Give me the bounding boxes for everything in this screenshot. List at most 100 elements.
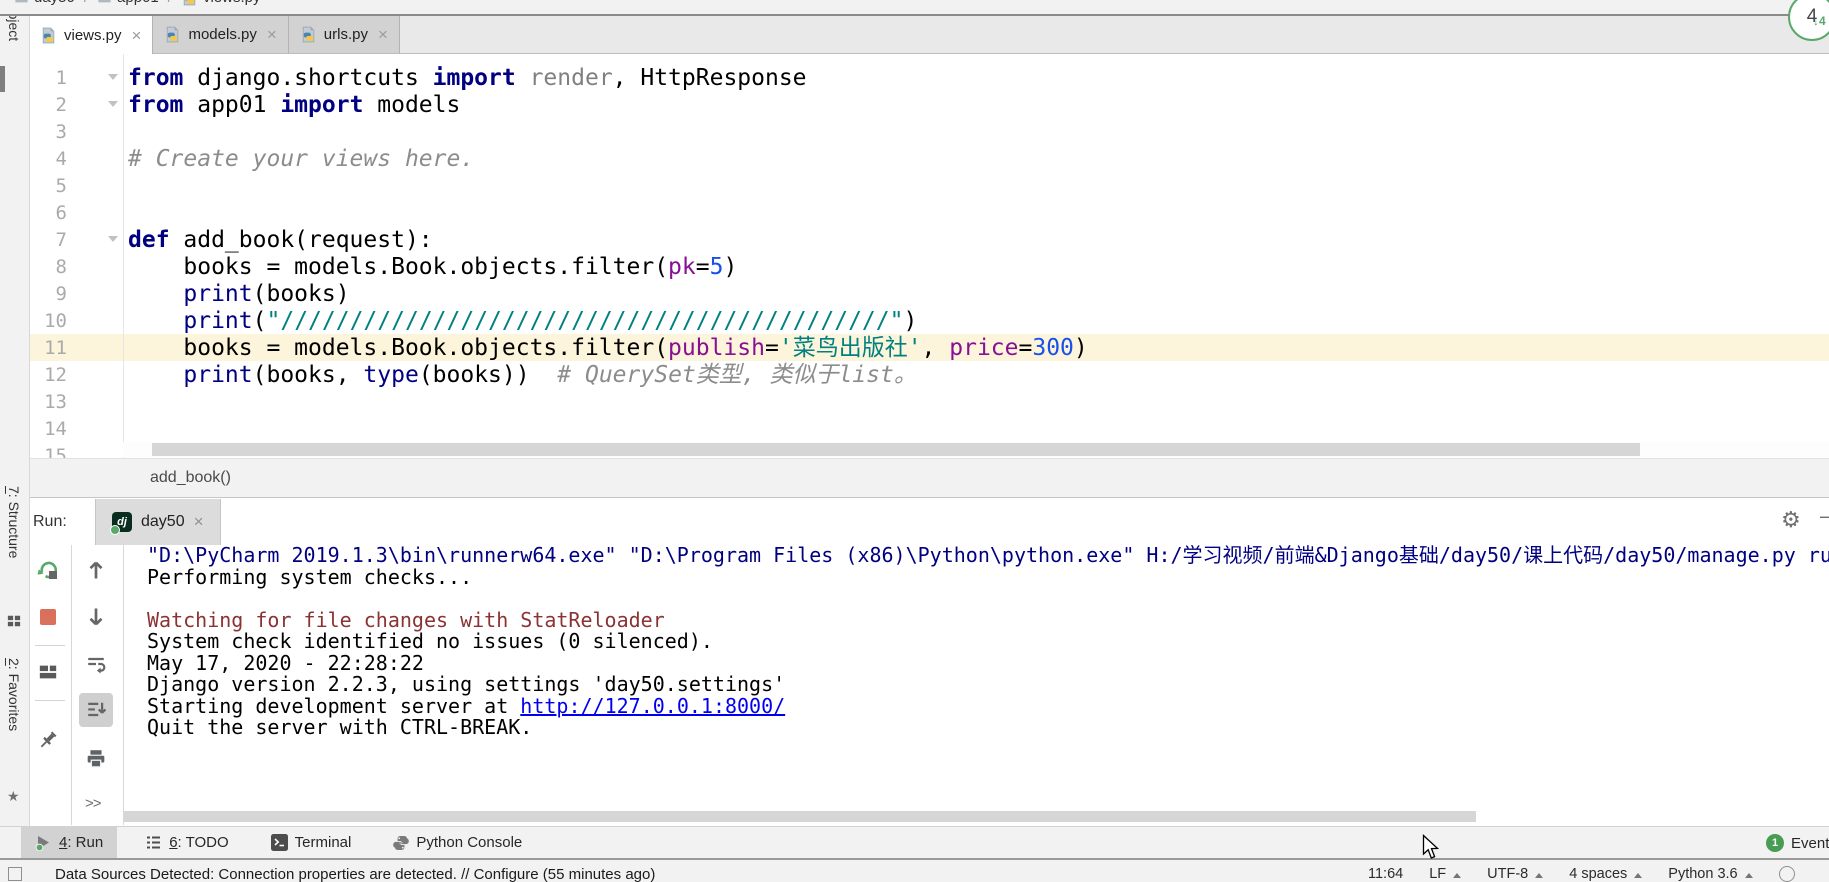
gutter-separator	[123, 53, 124, 458]
code-token: )	[903, 308, 917, 334]
hide-panel-icon[interactable]: −	[1819, 507, 1829, 530]
scroll-to-end-button[interactable]	[79, 693, 113, 727]
breadcrumb-item[interactable]: day50	[14, 0, 75, 6]
sidebar-item-structure[interactable]: 7: Structure	[6, 486, 22, 558]
toolwindow-button-4-run[interactable]: 4: Run	[21, 827, 117, 859]
console-text: Quit the server with CTRL-BREAK.	[147, 715, 532, 739]
tab-label: urls.py	[324, 26, 368, 43]
code-line: # Create your views here.	[128, 146, 1829, 173]
editor-context-bar: add_book()	[29, 458, 1829, 498]
tab-close-icon[interactable]: ×	[378, 26, 388, 43]
code-token: =	[765, 335, 779, 361]
editor-horizontal-scrollbar[interactable]	[123, 442, 1829, 457]
status-caret-position[interactable]: 11:64	[1368, 866, 1403, 882]
active-stripe-indicator	[0, 66, 5, 92]
up-stack-trace-button[interactable]	[83, 557, 109, 583]
code-token: from	[128, 92, 183, 118]
toolwindow-button-python-console[interactable]: Python Console	[379, 827, 536, 859]
breadcrumb-item[interactable]: views.py	[181, 0, 261, 6]
line-number: 6	[29, 200, 123, 227]
editor-tabbar: views.py×models.py× urls.py ×	[29, 16, 1829, 54]
editor-tab-urls-py[interactable]: urls.py ×	[289, 16, 400, 53]
code-token: # Create your views here.	[128, 146, 474, 172]
todo-list-icon	[145, 834, 162, 851]
editor-tab-models-py[interactable]: models.py×	[153, 16, 288, 53]
code-token: render	[516, 65, 613, 91]
toolwindow-button-6-todo[interactable]: 6: TODO	[131, 827, 242, 859]
toolwindow-stripe-left: 1: Project 7: Structure 2: Favorites ★	[0, 16, 30, 826]
code-token: (books)	[253, 281, 350, 307]
print-console-button[interactable]	[83, 745, 109, 771]
run-panel-label: Run:	[33, 499, 67, 545]
run-panel: Run: dj day50 × ⚙ −	[29, 499, 1829, 826]
tab-close-icon[interactable]: ×	[132, 27, 142, 44]
tab-close-icon[interactable]: ×	[267, 26, 277, 43]
code-line	[128, 173, 1829, 200]
event-log-button[interactable]: 1 Event Log	[1766, 827, 1829, 859]
down-stack-trace-button[interactable]	[83, 604, 109, 630]
dropdown-arrow-icon	[1634, 873, 1642, 878]
fold-icon[interactable]	[108, 74, 118, 80]
status-indent[interactable]: 4 spaces	[1569, 866, 1642, 882]
code-token: print	[183, 362, 252, 388]
code-token: print	[183, 308, 252, 334]
code-line: print(books, type(books)) # QuerySet类型, …	[128, 362, 1829, 389]
toolwindow-button-terminal[interactable]: Terminal	[257, 827, 366, 859]
code-token: add_book(request):	[170, 227, 433, 253]
line-number: 4	[29, 146, 123, 173]
console-horizontal-scrollbar[interactable]	[124, 810, 1829, 823]
breadcrumb: day50/app01/views.py	[0, 0, 1829, 16]
run-console-output[interactable]: "D:\PyCharm 2019.1.3\bin\runnerw64.exe" …	[124, 545, 1829, 810]
rerun-button[interactable]	[35, 557, 61, 583]
code-token: (books))	[419, 362, 557, 388]
restore-layout-button[interactable]	[35, 659, 61, 685]
django-icon: dj	[112, 512, 132, 532]
code-line	[128, 200, 1829, 227]
structure-icon[interactable]	[7, 614, 21, 633]
sidebar-item-favorites[interactable]: 2: Favorites	[6, 658, 22, 731]
status-lock-icon[interactable]	[1779, 866, 1795, 882]
status-encoding[interactable]: UTF-8	[1487, 866, 1543, 882]
run-tab-day50[interactable]: dj day50 ×	[95, 499, 221, 545]
more-actions-button[interactable]: >>	[85, 795, 101, 812]
breadcrumb-label: views.py	[203, 0, 261, 6]
fold-icon[interactable]	[108, 101, 118, 107]
scrollbar-thumb[interactable]	[124, 811, 1476, 822]
pin-tab-button[interactable]	[35, 727, 61, 753]
context-function: add_book()	[150, 469, 231, 487]
fold-icon[interactable]	[108, 236, 118, 242]
breadcrumb-label: day50	[34, 0, 75, 6]
close-icon[interactable]: ×	[194, 512, 204, 532]
code-token: type	[363, 362, 418, 388]
gear-icon[interactable]: ⚙	[1781, 507, 1801, 533]
breadcrumb-item[interactable]: app01	[97, 0, 159, 6]
code-token: # QuerySet类型, 类似于list。	[557, 362, 917, 388]
sidebar-item-project[interactable]: 1: Project	[6, 16, 22, 41]
status-line-separator[interactable]: LF	[1429, 866, 1461, 882]
line-number: 8	[29, 254, 123, 281]
inspections-detail: ↓4	[1813, 14, 1826, 28]
editor-tab-views-py[interactable]: views.py×	[29, 16, 153, 54]
python-file-icon	[164, 26, 181, 43]
dropdown-arrow-icon	[1535, 873, 1543, 878]
console-link[interactable]: http://127.0.0.1:8000/	[520, 694, 785, 718]
line-number: 11	[29, 335, 123, 362]
run-play-icon	[35, 834, 52, 851]
line-number: 14	[29, 416, 123, 443]
console-text: Performing system checks...	[147, 565, 472, 589]
line-number: 3	[29, 119, 123, 146]
status-interpreter[interactable]: Python 3.6	[1668, 866, 1752, 882]
folder-icon	[14, 0, 29, 5]
code-token: models	[363, 92, 460, 118]
code-token	[128, 281, 183, 307]
code-token: =	[696, 254, 710, 280]
code-line: print(books)	[128, 281, 1829, 308]
scrollbar-thumb[interactable]	[152, 443, 1640, 456]
code-line: from django.shortcuts import render, Htt…	[128, 65, 1829, 92]
soft-wrap-button[interactable]	[83, 651, 109, 677]
star-icon[interactable]: ★	[7, 788, 20, 805]
status-icon[interactable]	[8, 867, 22, 881]
code-editor[interactable]: 123456789101112131415 from django.shortc…	[29, 53, 1829, 458]
code-token: =	[1019, 335, 1033, 361]
stop-button[interactable]	[35, 604, 61, 630]
